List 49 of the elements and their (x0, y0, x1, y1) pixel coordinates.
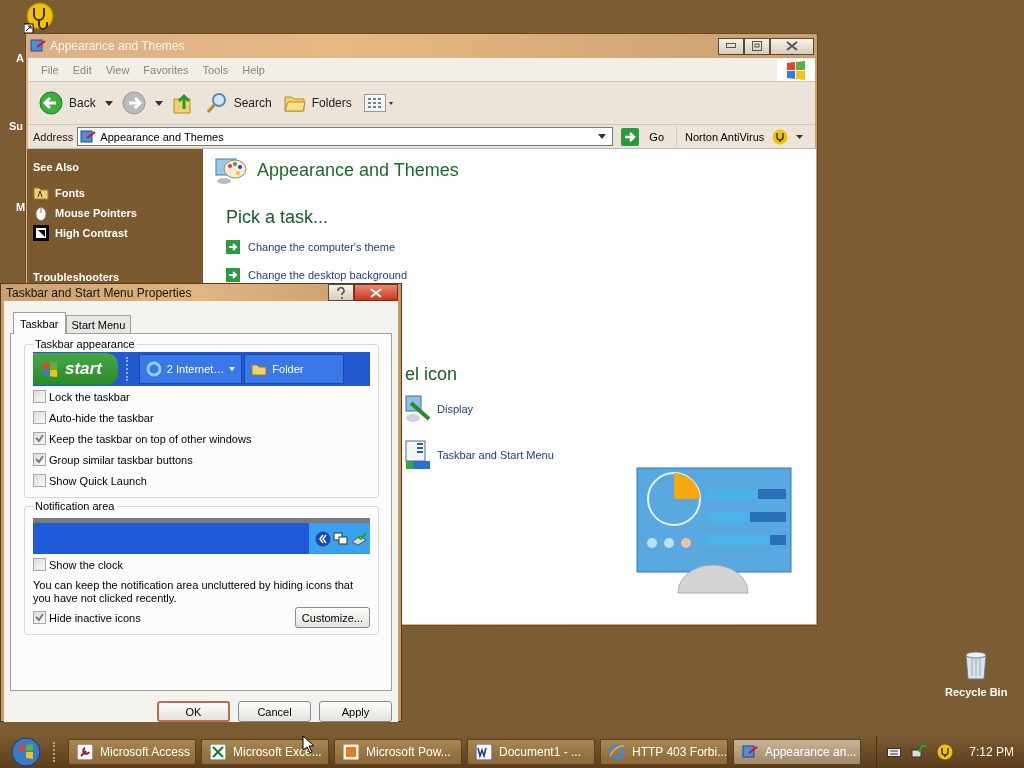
group-title: Taskbar appearance (34, 338, 136, 350)
dialog-button[interactable]: Cancel (238, 701, 311, 722)
checkbox-label[interactable]: Lock the taskbar (49, 390, 130, 403)
desktop-icon-label[interactable]: A (16, 52, 24, 64)
taskbar-button[interactable]: Microsoft Access (68, 739, 196, 765)
group-title: Notification area (34, 500, 116, 512)
desktop-icon-label[interactable]: Recycle Bin (945, 686, 1008, 698)
page-heading: Appearance and Themes (257, 159, 459, 181)
sidebar-link[interactable]: Fonts (33, 185, 203, 201)
section-heading: Pick a task... (226, 207, 330, 228)
search-button[interactable]: Search (202, 92, 275, 114)
task-link[interactable]: Change the desktop background (226, 268, 816, 282)
section-heading: Troubleshooters (33, 271, 121, 283)
section-heading: el icon (405, 364, 459, 385)
taskbar-button-preview: Folder (244, 354, 345, 384)
sidebar-link[interactable]: High Contrast (33, 225, 203, 241)
taskbar-button[interactable]: Document1 - ... (467, 739, 595, 765)
task-link[interactable]: Change the computer's theme (226, 240, 816, 254)
desktop-icon-label[interactable]: Su (9, 120, 24, 132)
checkbox-label[interactable]: Hide inactive icons (49, 611, 141, 624)
back-button[interactable]: Back (36, 91, 99, 115)
folders-button[interactable]: Folders (280, 93, 355, 113)
checkbox-label[interactable]: Group similar taskbar buttons (49, 453, 193, 466)
taskbar-button[interactable]: HTTP 403 Forbi... (600, 739, 728, 765)
dialog-button[interactable]: OK (157, 701, 230, 722)
address-label: Address (33, 130, 74, 143)
taskbar-button[interactable]: Microsoft Pow... (334, 739, 462, 765)
address-field[interactable]: Appearance and Themes (77, 127, 614, 146)
customize-button[interactable]: Customize... (294, 607, 370, 628)
window-title: Taskbar and Start Menu Properties (6, 285, 192, 300)
tab[interactable]: Taskbar (13, 312, 66, 334)
control-panel-link[interactable]: Display (405, 393, 554, 425)
checkbox-label[interactable]: Show Quick Launch (49, 474, 147, 487)
section-heading: See Also (33, 161, 81, 173)
taskbar-button-preview: 2 Internet… (138, 354, 243, 384)
window-title: Appearance and Themes (50, 39, 185, 53)
dialog-button[interactable]: Apply (319, 701, 392, 722)
sidebar-link[interactable]: Mouse Pointers (33, 205, 203, 221)
control-panel-link[interactable]: Taskbar and Start Menu (405, 439, 554, 471)
go-button[interactable]: Go (617, 126, 678, 147)
checkbox-label[interactable]: Auto-hide the taskbar (49, 411, 154, 424)
clock[interactable]: 7:12 PM (969, 745, 1014, 759)
checkbox-label[interactable]: Show the clock (49, 558, 123, 571)
checkbox-label[interactable]: Keep the taskbar on top of other windows (49, 432, 252, 445)
description-text: You can keep the notification area uncluttered by hiding icons that you have not clicked recently. (33, 579, 355, 605)
norton-antivirus-button[interactable]: Norton AntiVirus (681, 127, 810, 146)
start-button-preview: start (33, 353, 118, 385)
tab[interactable]: Start Menu (65, 315, 132, 333)
desktop-icon-label[interactable]: M (16, 201, 26, 213)
